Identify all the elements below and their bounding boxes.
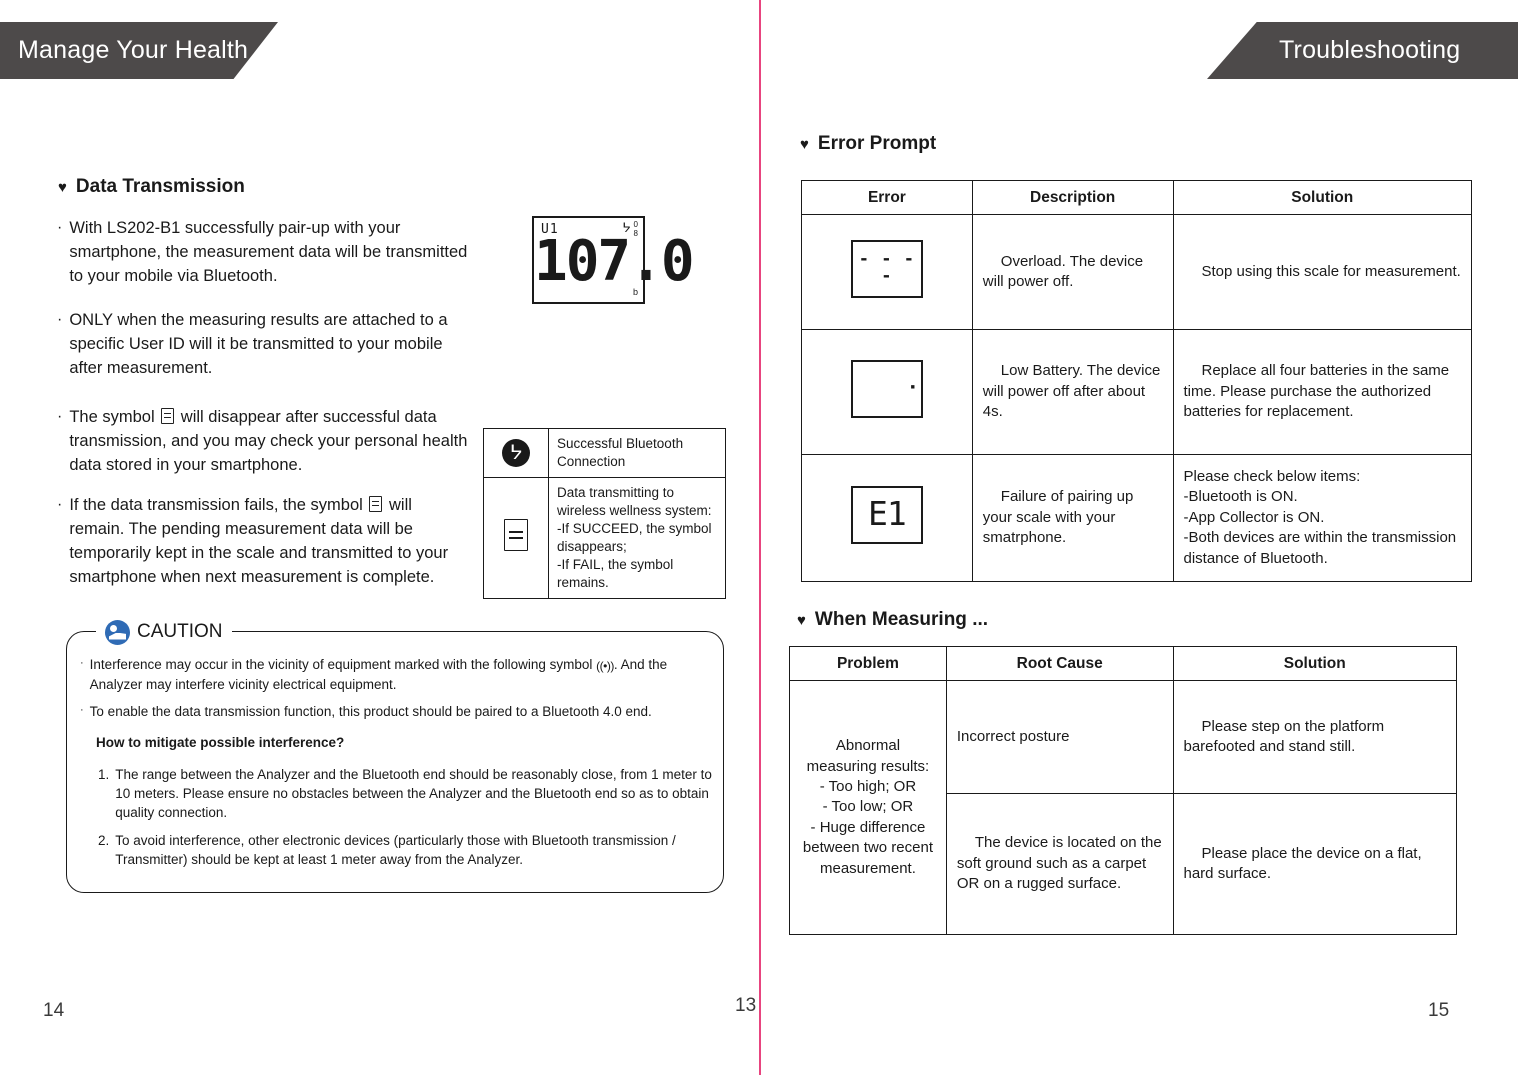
error-description-overload: Overload. The device will power off. bbox=[971, 214, 1174, 331]
banner-right-title: Troubleshooting bbox=[1279, 36, 1461, 64]
banner-left-title: Manage Your Health bbox=[18, 36, 249, 64]
bullet-3-text-part1: The symbol bbox=[69, 408, 155, 426]
root-cause-soft-ground: The device is located on the soft ground… bbox=[945, 793, 1174, 936]
caution-item-2-number: 2. bbox=[98, 832, 110, 848]
caution-body: · Interference may occur in the vicinity… bbox=[80, 655, 715, 878]
low-battery-indicator: ■ bbox=[910, 383, 915, 391]
symbol-cell-bluetooth: ᔭ bbox=[483, 428, 549, 478]
table-row: ᔭ Successful Bluetooth Connection bbox=[483, 428, 726, 478]
error-solution-low-battery: Replace all four batteries in the same t… bbox=[1172, 329, 1472, 456]
bullet-dot-icon: · bbox=[57, 311, 63, 328]
table-header-row: Problem Root Cause Solution bbox=[789, 645, 1457, 682]
symbol-legend-table: ᔭ Successful Bluetooth Connection Data t… bbox=[483, 428, 726, 599]
caution-bullet-1: · Interference may occur in the vicinity… bbox=[80, 655, 715, 694]
bullet-item-4: · If the data transmission fails, the sy… bbox=[57, 493, 477, 589]
error-description-e1: Failure of pairing up your scale with yo… bbox=[971, 454, 1174, 583]
table-header-row: Error Description Solution bbox=[801, 179, 1472, 216]
lcd-dashes-value: - - - - bbox=[858, 248, 915, 286]
error-solution-overload: Stop using this scale for measurement. bbox=[1172, 214, 1472, 331]
error-prompt-heading-label: Error Prompt bbox=[817, 133, 937, 154]
document-symbol-icon bbox=[161, 408, 175, 424]
error-prompt-table: Error Description Solution - - - - Overl… bbox=[801, 179, 1472, 583]
symbol-text-bluetooth: Successful Bluetooth Connection bbox=[548, 428, 726, 478]
caution-item-1-text: The range between the Analyzer and the B… bbox=[115, 766, 712, 820]
caution-read-manual-icon bbox=[105, 619, 130, 645]
error-icon-cell-e1: E1 bbox=[801, 454, 973, 583]
wireless-emission-icon: ((•)) bbox=[596, 659, 614, 673]
caution-numbered-item-2: 2. To avoid interference, other electron… bbox=[98, 831, 715, 869]
section-heading-data-transmission: ♥ Data Transmission bbox=[58, 176, 245, 198]
document-symbol-icon bbox=[369, 496, 383, 512]
page-number-left: 14 bbox=[43, 1000, 65, 1021]
caution-bullet-2: · To enable the data transmission functi… bbox=[80, 702, 715, 721]
bluetooth-icon: ᔭ bbox=[502, 438, 530, 467]
error-solution-e1: Please check below items: -Bluetooth is … bbox=[1172, 454, 1472, 583]
caution-bullet-1-part1: Interference may occur in the vicinity o… bbox=[89, 657, 593, 672]
page-number-right: 15 bbox=[1428, 1000, 1450, 1021]
heart-bullet-icon: ♥ bbox=[58, 178, 67, 196]
caution-item-1-number: 1. bbox=[98, 766, 110, 782]
caution-item-2-text: To avoid interference, other electronic … bbox=[115, 832, 676, 868]
column-header-problem: Problem bbox=[789, 645, 947, 682]
lcd-e1-icon: E1 bbox=[850, 485, 923, 544]
error-icon-cell-low-battery: ■ bbox=[801, 329, 973, 456]
page-divider bbox=[759, 0, 761, 1075]
table-row: E1 Failure of pairing up your scale with… bbox=[801, 454, 1472, 583]
column-header-error: Error bbox=[801, 179, 973, 216]
bullet-dot-icon: · bbox=[80, 704, 84, 717]
battery-top-digit: 0 bbox=[633, 220, 638, 229]
bullet-item-2: · ONLY when the measuring results are at… bbox=[57, 308, 477, 380]
table-row: Abnormal measuring results: - Too high; … bbox=[789, 680, 1457, 936]
lcd-unit-label: b bbox=[632, 287, 638, 297]
caution-label-text: CAUTION bbox=[137, 621, 223, 642]
table-row: - - - - Overload. The device will power … bbox=[801, 214, 1472, 331]
symbol-cell-document bbox=[483, 476, 549, 599]
solution-incorrect-posture: Please step on the platform barefooted a… bbox=[1172, 680, 1457, 795]
when-measuring-table: Problem Root Cause Solution Abnormal mea… bbox=[789, 645, 1457, 936]
caution-bullet-2-text: To enable the data transmission function… bbox=[89, 704, 652, 720]
banner-manage-your-health: Manage Your Health bbox=[0, 22, 278, 79]
symbol-text-document: Data transmitting to wireless wellness s… bbox=[548, 476, 726, 599]
bullet-dot-icon: · bbox=[57, 408, 63, 425]
heart-bullet-icon: ♥ bbox=[797, 611, 806, 629]
table-row: ■ Low Battery. The device will power off… bbox=[801, 329, 1472, 456]
bullet-1-text: With LS202-B1 successfully pair-up with … bbox=[69, 219, 468, 286]
root-cause-incorrect-posture: Incorrect posture bbox=[945, 680, 1174, 795]
bullet-item-3: · The symbol will disappear after succes… bbox=[57, 405, 477, 477]
problem-cell: Abnormal measuring results: - Too high; … bbox=[789, 680, 947, 936]
column-header-root-cause: Root Cause bbox=[945, 645, 1174, 682]
lcd-overload-dashes-icon: - - - - bbox=[850, 239, 923, 298]
section-heading-error-prompt: ♥ Error Prompt bbox=[800, 133, 936, 155]
column-header-solution: Solution bbox=[1172, 179, 1472, 216]
page-number-center: 13 bbox=[735, 995, 757, 1016]
lcd-weight-value: 107.0 bbox=[534, 229, 695, 294]
bullet-item-1: · With LS202-B1 successfully pair-up wit… bbox=[57, 216, 477, 288]
error-description-low-battery: Low Battery. The device will power off a… bbox=[971, 329, 1174, 456]
when-measuring-heading-label: When Measuring ... bbox=[814, 609, 989, 630]
lcd-e1-value: E1 bbox=[868, 493, 907, 533]
lcd-display-illustration: U1 ᔭ 0 8 107.0 b bbox=[532, 216, 695, 304]
caution-numbered-item-1: 1. The range between the Analyzer and th… bbox=[98, 765, 715, 822]
caution-question: How to mitigate possible interference? bbox=[96, 735, 345, 751]
bullet-dot-icon: · bbox=[57, 219, 63, 236]
bullet-dot-icon: · bbox=[80, 657, 84, 669]
lcd-low-battery-icon: ■ bbox=[850, 359, 923, 418]
section-heading-label: Data Transmission bbox=[75, 176, 245, 197]
column-header-solution: Solution bbox=[1172, 645, 1457, 682]
heart-bullet-icon: ♥ bbox=[800, 135, 809, 153]
bullet-dot-icon: · bbox=[57, 496, 63, 513]
bullet-2-text: ONLY when the measuring results are atta… bbox=[69, 311, 448, 378]
table-row: Data transmitting to wireless wellness s… bbox=[483, 476, 726, 599]
solution-soft-ground: Please place the device on a flat, hard … bbox=[1172, 793, 1457, 936]
banner-troubleshooting: Troubleshooting bbox=[1207, 22, 1518, 79]
caution-label: CAUTION bbox=[96, 619, 232, 645]
document-icon bbox=[504, 519, 528, 552]
section-heading-when-measuring: ♥ When Measuring ... bbox=[797, 609, 988, 631]
error-icon-cell-overload: - - - - bbox=[801, 214, 973, 331]
bullet-4-text-part1: If the data transmission fails, the symb… bbox=[69, 496, 363, 514]
column-header-description: Description bbox=[971, 179, 1174, 216]
